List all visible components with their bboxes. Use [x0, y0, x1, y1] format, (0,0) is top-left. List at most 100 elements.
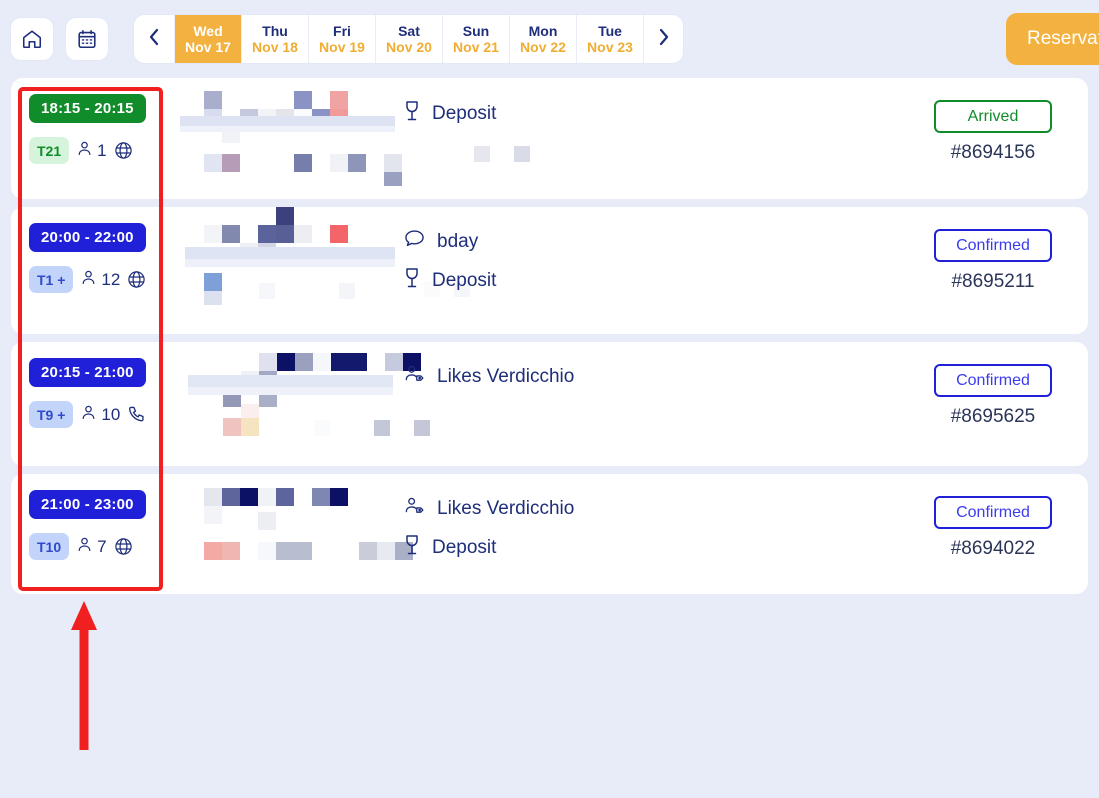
prev-day-button[interactable]	[134, 15, 174, 63]
status-badge[interactable]: Confirmed	[934, 229, 1052, 262]
pixel-block	[339, 283, 355, 299]
pixel-block	[258, 512, 276, 530]
guest-name-redacted: Likes Verdicchio	[179, 342, 898, 466]
pixel-block	[222, 109, 240, 127]
table-row[interactable]: 18:15 - 20:15 T21 1	[11, 78, 1088, 199]
calendar-icon-button[interactable]	[65, 17, 109, 61]
time-badge: 18:15 - 20:15	[29, 94, 146, 123]
reservation-status-column: Arrived #8694156	[898, 78, 1088, 164]
pixel-block	[240, 109, 258, 127]
pixel-block	[312, 91, 330, 109]
day-of-week: Sun	[463, 23, 489, 39]
home-icon	[21, 28, 43, 50]
time-badge: 21:00 - 23:00	[29, 490, 146, 519]
reservation-status-column: Confirmed #8694022	[898, 474, 1088, 560]
pixel-block	[331, 353, 349, 371]
calendar-icon	[76, 28, 98, 50]
day-of-month: Nov 17	[185, 39, 231, 55]
person-tag-icon	[404, 496, 425, 521]
reservation-meta: T21 1	[29, 137, 179, 164]
pixel-block	[204, 91, 222, 109]
day-tab-wed-nov-17[interactable]: Wed Nov 17	[174, 15, 241, 63]
covers: 12	[80, 269, 120, 291]
pixel-block	[312, 109, 330, 127]
day-of-week: Fri	[333, 23, 351, 39]
date-navigator[interactable]: Wed Nov 17 Thu Nov 18 Fri Nov 19 Sat Nov…	[133, 14, 684, 64]
day-tab-sun-nov-21[interactable]: Sun Nov 21	[442, 15, 509, 63]
reservation-time-column: 20:00 - 22:00 T1 + 12	[11, 207, 179, 293]
new-reservation-button[interactable]: Reservat	[1006, 13, 1099, 65]
day-tab-sat-nov-20[interactable]: Sat Nov 20	[375, 15, 442, 63]
reservation-tags: Likes Verdicchio Deposit	[404, 496, 574, 562]
tag-label: Deposit	[432, 103, 496, 125]
tag-item: Likes Verdicchio	[404, 496, 574, 521]
day-tab-thu-nov-18[interactable]: Thu Nov 18	[241, 15, 308, 63]
table-row[interactable]: 20:00 - 22:00 T1 + 12	[11, 207, 1088, 334]
pixel-block	[294, 109, 312, 127]
tag-item: Deposit	[404, 267, 496, 295]
reservation-tags: Likes Verdicchio	[404, 364, 574, 389]
person-icon	[76, 140, 93, 162]
pixel-block	[295, 353, 313, 371]
day-tab-fri-nov-19[interactable]: Fri Nov 19	[308, 15, 375, 63]
day-of-month: Nov 20	[386, 39, 432, 55]
chevron-right-icon	[658, 27, 670, 52]
pixel-block	[314, 420, 330, 436]
status-badge[interactable]: Confirmed	[934, 364, 1052, 397]
status-badge[interactable]: Arrived	[934, 100, 1052, 133]
tag-label: Deposit	[432, 270, 496, 292]
pixel-block	[384, 154, 402, 172]
tag-label: bday	[437, 231, 478, 253]
pixel-block	[313, 353, 331, 371]
reservation-meta: T9 + 10	[29, 401, 179, 428]
day-tab-mon-nov-22[interactable]: Mon Nov 22	[509, 15, 576, 63]
tag-label: Likes Verdicchio	[437, 366, 574, 388]
pixel-block	[294, 91, 312, 109]
wine-glass-icon	[404, 100, 420, 128]
guest-name-redacted: Likes Verdicchio Deposit	[179, 474, 898, 594]
tag-label: Deposit	[432, 537, 496, 559]
reservation-time-column: 18:15 - 20:15 T21 1	[11, 78, 179, 164]
reservation-id: #8694022	[951, 538, 1036, 560]
pixel-block	[359, 542, 377, 560]
table-chip[interactable]: T21	[29, 137, 69, 164]
covers: 1	[76, 140, 106, 162]
home-icon-button[interactable]	[10, 17, 54, 61]
globe-icon	[127, 270, 146, 289]
reservation-id: #8695625	[951, 406, 1036, 428]
table-row[interactable]: 20:15 - 21:00 T9 + 10	[11, 342, 1088, 466]
pixel-block	[223, 389, 241, 407]
covers: 10	[80, 404, 120, 426]
table-chip[interactable]: T9 +	[29, 401, 73, 428]
status-badge[interactable]: Confirmed	[934, 496, 1052, 529]
reservation-tags: Deposit	[404, 100, 496, 128]
pixel-block	[330, 488, 348, 506]
pixel-block	[258, 488, 276, 506]
covers: 7	[76, 536, 106, 558]
table-chip[interactable]: T10	[29, 533, 69, 560]
reservation-list: 18:15 - 20:15 T21 1	[11, 78, 1088, 602]
day-tab-tue-nov-23[interactable]: Tue Nov 23	[576, 15, 643, 63]
pixel-block	[414, 420, 430, 436]
reservation-meta: T1 + 12	[29, 266, 179, 293]
pixel-block	[240, 488, 258, 506]
table-chip[interactable]: T1 +	[29, 266, 73, 293]
tag-item: Deposit	[404, 100, 496, 128]
reservation-status-column: Confirmed #8695625	[898, 342, 1088, 428]
reservation-time-column: 21:00 - 23:00 T10 7	[11, 474, 179, 560]
pixel-block	[241, 404, 259, 418]
pixel-block	[474, 146, 490, 162]
pixel-block	[241, 371, 259, 389]
next-day-button[interactable]	[643, 15, 683, 63]
table-row[interactable]: 21:00 - 23:00 T10 7	[11, 474, 1088, 594]
pixel-block	[276, 225, 294, 243]
reservation-meta: T10 7	[29, 533, 179, 560]
time-badge: 20:15 - 21:00	[29, 358, 146, 387]
pixel-block	[204, 109, 222, 127]
day-of-week: Sat	[398, 23, 420, 39]
pixel-block	[259, 353, 277, 371]
tag-label: Likes Verdicchio	[437, 498, 574, 520]
time-badge: 20:00 - 22:00	[29, 223, 146, 252]
pixel-block	[204, 488, 222, 506]
pixel-block	[204, 542, 222, 560]
